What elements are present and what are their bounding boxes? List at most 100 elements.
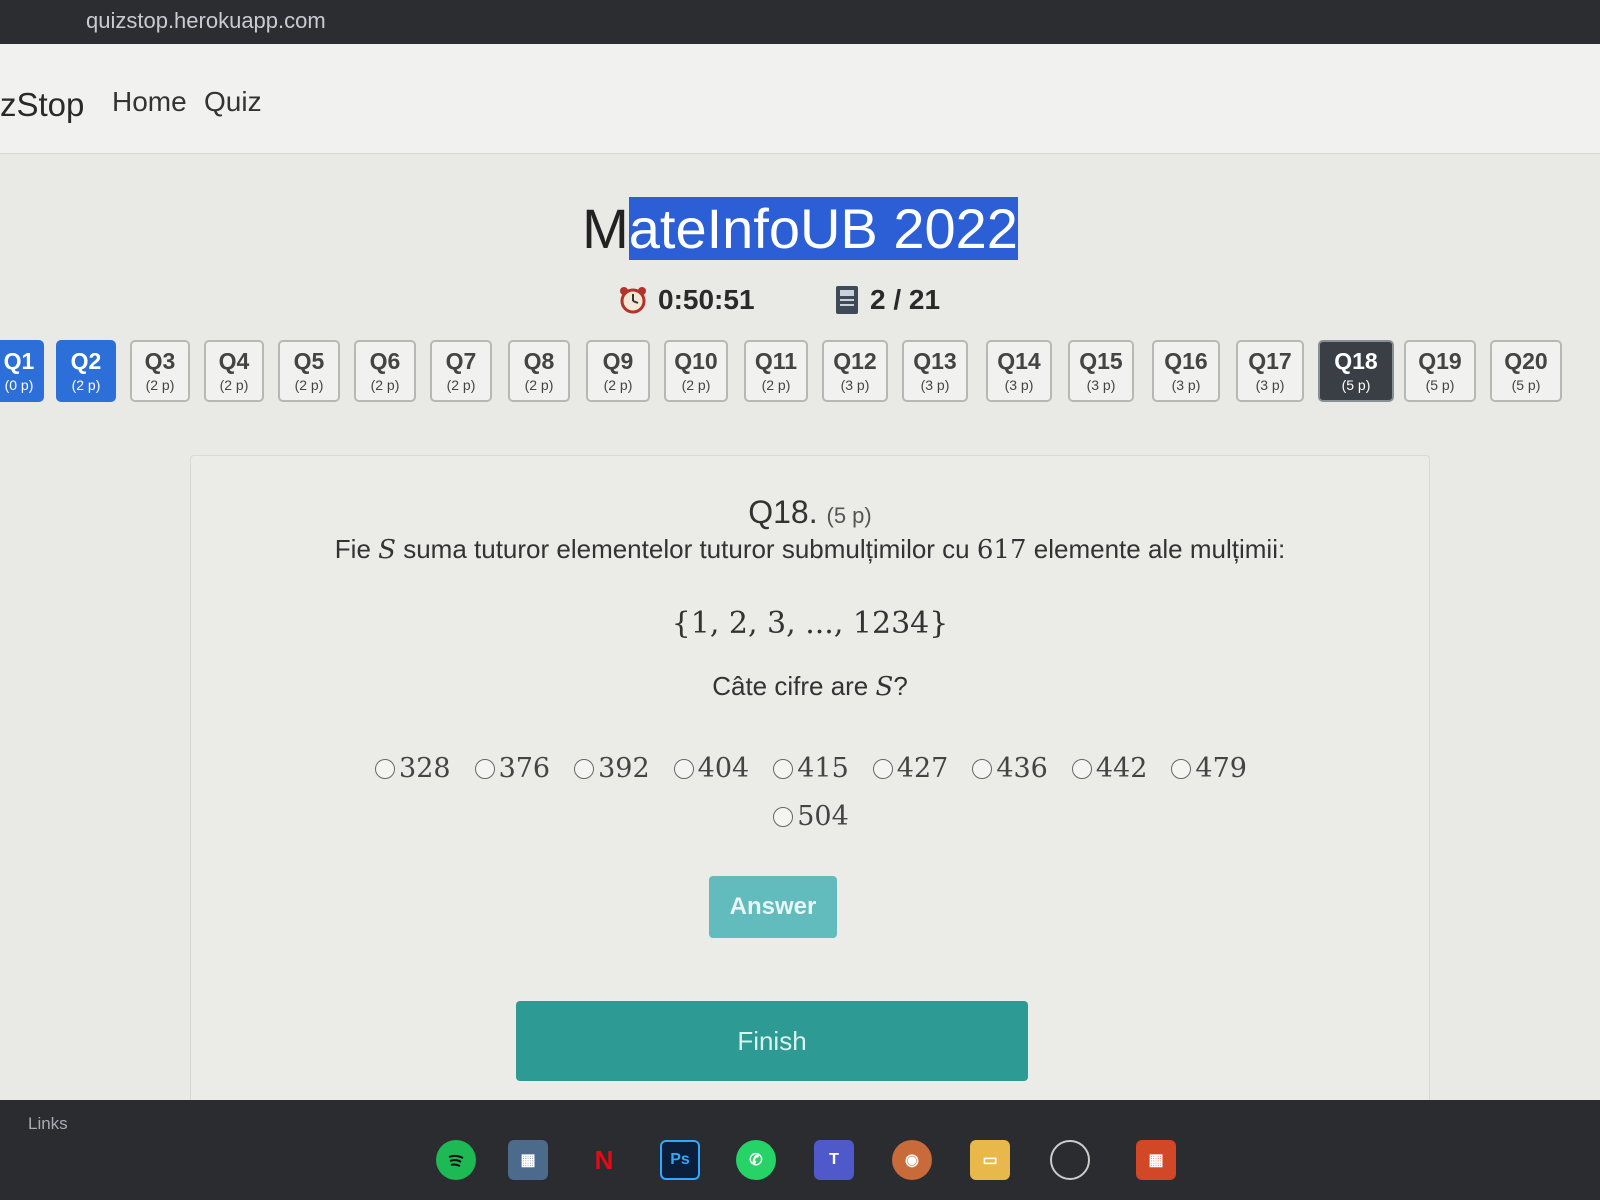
- radio-button[interactable]: [673, 759, 694, 779]
- browser-address-bar[interactable]: quizstop.herokuapp.com: [0, 0, 1600, 44]
- question-nav-label: Q4: [218, 348, 250, 374]
- question-nav-q20[interactable]: Q20 (5 p): [1490, 340, 1562, 402]
- question-nav-label: Q6: [369, 348, 401, 374]
- question-nav-label: Q20: [1504, 348, 1548, 374]
- radio-button[interactable]: [773, 807, 794, 827]
- question-nav-points: (5 p): [1511, 377, 1541, 393]
- answer-option[interactable]: 436: [972, 746, 1048, 792]
- question-nav-label: Q8: [523, 348, 555, 374]
- explorer-icon[interactable]: ▭: [970, 1140, 1010, 1180]
- answer-option[interactable]: 392: [574, 746, 650, 792]
- question-text-suffix: elemente ale mulțimii:: [1033, 534, 1286, 564]
- answer-option-label: 436: [996, 753, 1048, 784]
- question-nav-label: Q13: [913, 348, 957, 374]
- math-set: {1, 2, 3, ..., 1234}: [671, 606, 949, 641]
- quiz-title-selected: ateInfoUB 2022: [628, 197, 1018, 260]
- question-nav-q14[interactable]: Q14 (3 p): [986, 340, 1052, 402]
- radio-button[interactable]: [972, 759, 993, 779]
- store-icon[interactable]: ▦: [508, 1140, 548, 1180]
- radio-button[interactable]: [474, 759, 495, 779]
- netflix-icon[interactable]: N: [584, 1140, 624, 1180]
- question-title: Q18. (5 p): [191, 494, 1429, 531]
- question-nav-label: Q9: [602, 348, 634, 374]
- answer-option-label: 415: [797, 753, 849, 784]
- question-nav-q6[interactable]: Q6 (2 p): [354, 340, 416, 402]
- radio-button[interactable]: [375, 759, 396, 779]
- finish-button[interactable]: Finish: [516, 1001, 1028, 1081]
- question-nav-q11[interactable]: Q11 (2 p): [744, 340, 808, 402]
- radio-button[interactable]: [1071, 759, 1092, 779]
- radio-button[interactable]: [773, 759, 794, 779]
- question-nav-points: (3 p): [840, 377, 870, 393]
- browser-icon[interactable]: ◉: [892, 1140, 932, 1180]
- question-nav-q5[interactable]: Q5 (2 p): [278, 340, 340, 402]
- answer-option-label: 427: [896, 753, 949, 784]
- url-text[interactable]: quizstop.herokuapp.com: [86, 8, 326, 34]
- photoshop-icon[interactable]: Ps: [660, 1140, 700, 1180]
- answer-option-label: 404: [697, 753, 750, 784]
- answer-option[interactable]: 404: [673, 746, 750, 792]
- question-nav-label: Q14: [997, 348, 1041, 374]
- links-label[interactable]: Links: [28, 1114, 68, 1134]
- question-nav-label: Q5: [293, 348, 325, 374]
- radio-button[interactable]: [872, 759, 893, 779]
- question-nav-q1[interactable]: Q1 (0 p): [0, 340, 44, 402]
- question-nav-q7[interactable]: Q7 (2 p): [430, 340, 492, 402]
- question-nav-q13[interactable]: Q13 (3 p): [902, 340, 968, 402]
- question-nav-q9[interactable]: Q9 (2 p): [586, 340, 650, 402]
- timer-value: 0:50:51: [658, 284, 755, 315]
- question-nav-q12[interactable]: Q12 (3 p): [822, 340, 888, 402]
- question-nav-q8[interactable]: Q8 (2 p): [508, 340, 570, 402]
- answer-option-label: 328: [399, 753, 451, 784]
- taskbar: Links ▦ N Ps ✆ T ◉ ▭ ▦: [0, 1100, 1600, 1200]
- question-nav-q10[interactable]: Q10 (2 p): [664, 340, 728, 402]
- question-nav-label: Q2: [70, 348, 102, 374]
- answer-option-label: 376: [498, 753, 551, 784]
- question-nav-q2[interactable]: Q2 (2 p): [56, 340, 116, 402]
- question-nav-points: (2 p): [603, 377, 633, 393]
- question-nav-label: Q15: [1079, 348, 1123, 374]
- question-nav-points: (2 p): [681, 377, 711, 393]
- question-text-prefix: Fie: [334, 534, 371, 564]
- brand-logo[interactable]: zStop: [0, 86, 84, 124]
- answer-option[interactable]: 328: [375, 746, 451, 792]
- answer-option[interactable]: 442: [1071, 746, 1147, 792]
- question-nav-label: Q16: [1164, 348, 1208, 374]
- quiz-title: MateInfoUB 2022: [0, 196, 1600, 261]
- question-nav-points: (2 p): [219, 377, 249, 393]
- quiz-title-plain: M: [582, 197, 629, 260]
- question-nav-q16[interactable]: Q16 (3 p): [1152, 340, 1220, 402]
- math-number: 617: [976, 535, 1027, 565]
- spotify-icon[interactable]: [436, 1140, 476, 1180]
- answer-option[interactable]: 427: [872, 746, 949, 792]
- radio-button[interactable]: [574, 759, 595, 779]
- question-nav-points: (2 p): [524, 377, 554, 393]
- question-text-mid: suma tuturor elementelor tuturor submulț…: [403, 534, 970, 564]
- answer-option[interactable]: 415: [773, 746, 849, 792]
- question-card: Q18. (5 p) Fie S suma tuturor elementelo…: [190, 455, 1430, 1155]
- whatsapp-icon[interactable]: ✆: [736, 1140, 776, 1180]
- question-nav-q18[interactable]: Q18 (5 p): [1318, 340, 1394, 402]
- office-icon[interactable]: ▦: [1136, 1140, 1176, 1180]
- progress-value: 2 / 21: [870, 284, 941, 315]
- nav-link-home[interactable]: Home: [112, 86, 187, 118]
- search-icon[interactable]: [1050, 1140, 1090, 1180]
- answer-option[interactable]: 504: [773, 794, 849, 840]
- answer-button[interactable]: Answer: [709, 876, 837, 938]
- timer: 0:50:51: [618, 284, 755, 316]
- question-nav-label: Q1: [3, 348, 35, 374]
- nav-link-quiz[interactable]: Quiz: [204, 86, 262, 118]
- question-nav-q3[interactable]: Q3 (2 p): [130, 340, 190, 402]
- radio-button[interactable]: [1171, 759, 1192, 779]
- teams-icon[interactable]: T: [814, 1140, 854, 1180]
- question-nav-points: (5 p): [1425, 377, 1455, 393]
- question-nav-points: (3 p): [1171, 377, 1201, 393]
- question-nav-q19[interactable]: Q19 (5 p): [1404, 340, 1476, 402]
- answer-option[interactable]: 376: [474, 746, 551, 792]
- question-nav-q4[interactable]: Q4 (2 p): [204, 340, 264, 402]
- question-nav-q17[interactable]: Q17 (3 p): [1236, 340, 1304, 402]
- alarm-clock-icon: [618, 285, 648, 315]
- math-variable: S: [378, 535, 396, 565]
- answer-option[interactable]: 479: [1171, 746, 1247, 792]
- question-nav-q15[interactable]: Q15 (3 p): [1068, 340, 1134, 402]
